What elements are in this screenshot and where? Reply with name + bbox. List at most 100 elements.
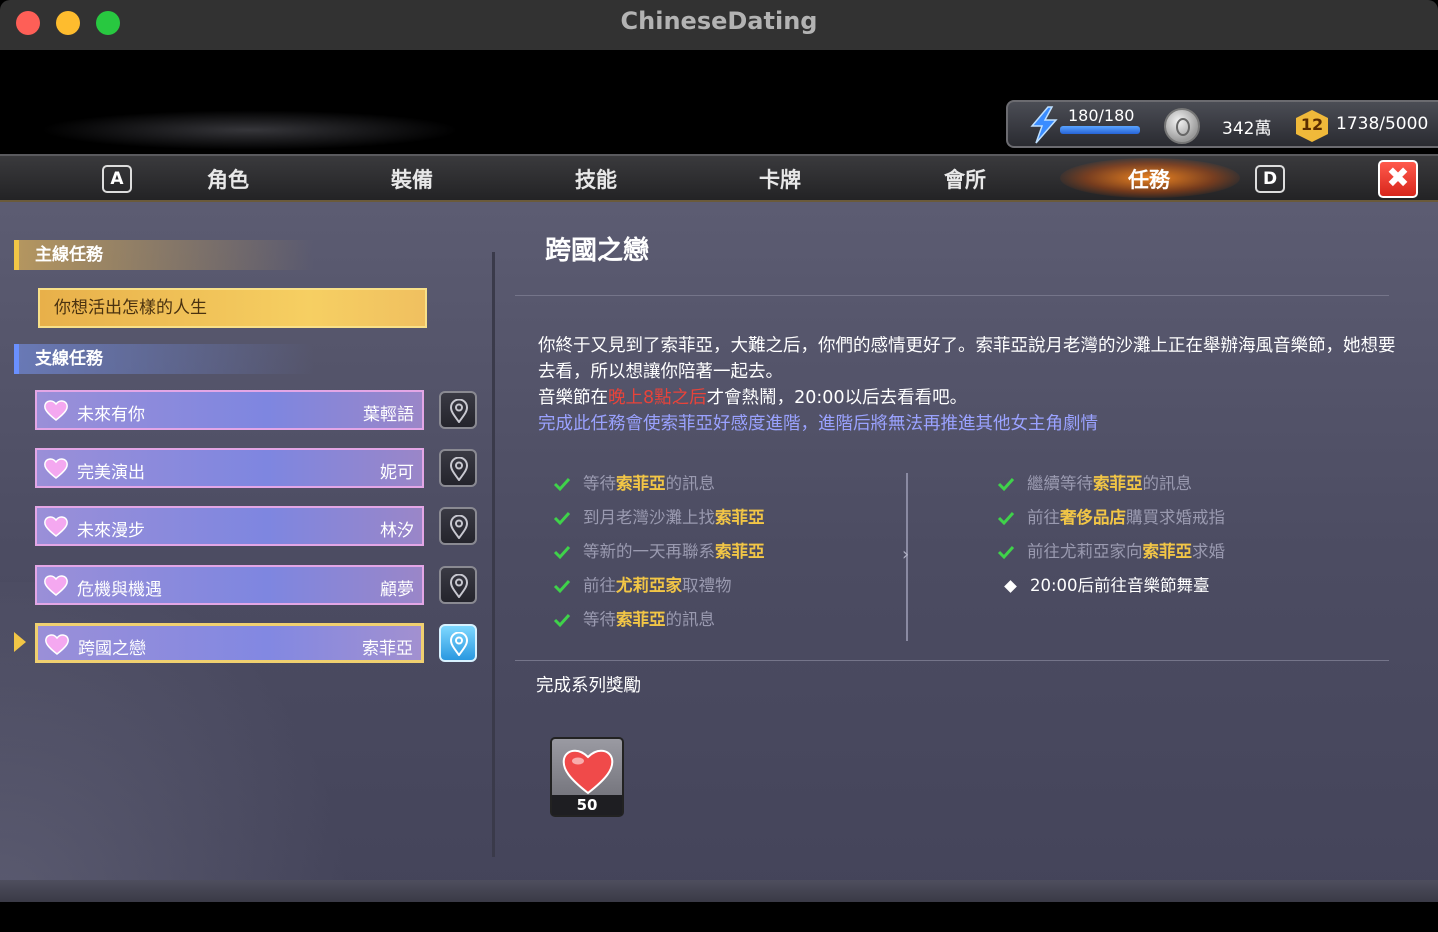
side-quest-item[interactable]: 未來漫步 林汐 [35,506,424,546]
quest-description: 你終于又見到了索菲亞，大難之后，你們的感情更好了。索菲亞說月老灣的沙灘上正在舉辦… [538,333,1408,437]
main-nav: A 角色 裝備 技能 卡牌 會所 任務 D ✖ [0,154,1438,202]
objective-text: 等待索菲亞的訊息 [583,472,715,496]
map-pin-icon [449,457,469,481]
heart-icon [44,516,68,537]
objective-highlight: 索菲亞 [715,508,765,527]
heart-icon [44,458,68,479]
tab-equipment[interactable]: 裝備 [352,164,472,194]
key-hint-left[interactable]: A [102,165,132,193]
coin-icon [1164,108,1200,144]
objective-text: 繼續等待索菲亞的訊息 [1027,472,1192,496]
window-title: ChineseDating [620,7,818,35]
map-pin-icon [449,632,469,656]
decorative-glow [40,110,460,150]
heart-icon [562,749,614,795]
objective-highlight: 尤莉亞家 [616,576,682,595]
map-pin-icon [449,515,469,539]
side-quest-character: 索菲亞 [362,639,413,659]
objective-highlight: 索菲亞 [616,474,666,493]
tab-cards[interactable]: 卡牌 [720,164,840,194]
key-hint-right[interactable]: D [1255,165,1285,193]
side-quest-item[interactable]: 跨國之戀 索菲亞 [35,623,424,663]
map-pin-button[interactable] [439,391,477,429]
level-value: 12 [1300,115,1324,134]
objective-text-post: 的訊息 [1142,474,1193,493]
reward-divider [515,660,1389,661]
bottom-bar [0,902,1438,932]
check-icon [997,545,1015,560]
objective-text-pre: 前往 [1027,508,1060,527]
side-quest-name: 危機與機遇 [77,580,162,600]
check-icon [553,613,571,628]
objective-highlight: 索菲亞 [1142,542,1193,561]
objective-text: 前往尤莉亞家取禮物 [583,574,732,598]
exp-value: 1738/5000 [1336,114,1429,134]
objective-text: 等新的一天再聯系索菲亞 [583,540,765,564]
map-pin-button[interactable] [439,449,477,487]
map-pin-button[interactable] [439,624,477,662]
tab-club[interactable]: 會所 [905,164,1025,194]
main-quest-header: 主線任務 [14,240,314,270]
tab-skills[interactable]: 技能 [536,164,656,194]
selected-arrow-icon [14,632,26,652]
side-quest-item[interactable]: 完美演出 妮可 [35,448,424,488]
objective-text-post: 的訊息 [665,474,716,493]
side-quest-character: 葉輕語 [363,405,414,425]
title-divider [515,295,1389,296]
objective-text-pre: 等待 [583,610,616,629]
energy-bar [1060,126,1140,134]
side-quest-character: 林汐 [380,521,414,541]
check-icon [997,477,1015,492]
desc-line-1: 你終于又見到了索菲亞，大難之后，你們的感情更好了。索菲亞說月老灣的沙灘上正在舉辦… [538,336,1396,382]
check-icon [553,579,571,594]
map-pin-icon [449,574,469,598]
objective-highlight: 索菲亞 [616,610,666,629]
objective-text-pre: 到月老灣沙灘上找 [583,508,715,527]
coin-value: 342萬 [1222,119,1272,139]
objective-text-post: 求婚 [1192,542,1225,561]
reward-count: 50 [552,795,622,815]
side-quest-item[interactable]: 未來有你 葉輕語 [35,390,424,430]
side-quest-item[interactable]: 危機與機遇 顧夢 [35,565,424,605]
objective-text-pre: 等新的一天再聯系 [583,542,715,561]
side-quest-name: 未來有你 [77,405,145,425]
objective-text: 前往奢侈品店購買求婚戒指 [1027,506,1225,530]
window-titlebar: ChineseDating [0,0,1438,50]
energy-bar-fill [1060,126,1140,134]
objective-text-post: 的訊息 [665,610,716,629]
objective-highlight: 索菲亞 [715,542,765,561]
current-objective-text: 20:00后前往音樂節舞臺 [1030,576,1210,595]
quest-title: 跨國之戀 [545,236,650,266]
objective-text-pre: 等待 [583,474,616,493]
heart-icon [44,575,68,596]
side-quest-name: 跨國之戀 [78,639,146,659]
objective-text: 到月老灣沙灘上找索菲亞 [583,506,765,530]
desc-warning: 完成此任務會使索菲亞好感度進階，進階后將無法再推進其他女主角劇情 [538,414,1098,434]
close-button[interactable]: ✖ [1378,160,1418,198]
map-pin-button[interactable] [439,566,477,604]
objective-text: 等待索菲亞的訊息 [583,608,715,632]
check-icon [553,477,571,492]
heart-icon [45,634,69,655]
side-quest-header: 支線任務 [14,344,314,374]
chevron-right-icon: › [902,544,910,565]
objective-text-pre: 繼續等待 [1027,474,1093,493]
reward-item[interactable]: 50 [550,737,624,817]
objective-text-post: 購買求婚戒指 [1126,508,1225,527]
main-quest-item[interactable]: 你想活出怎樣的人生 [38,288,427,328]
objective-highlight: 奢侈品店 [1060,508,1126,527]
desc-line-2-pre: 音樂節在 [538,388,608,408]
reward-title: 完成系列獎勵 [536,676,641,696]
map-pin-button[interactable] [439,507,477,545]
objective-text-post: 取禮物 [682,576,732,595]
map-pin-icon [449,399,469,423]
objective-text-pre: 前往尤莉亞家向 [1027,542,1143,561]
tab-character[interactable]: 角色 [168,164,288,194]
tab-quests[interactable]: 任務 [1089,164,1209,194]
objective-text: 前往尤莉亞家向索菲亞求婚 [1027,540,1225,564]
side-quest-character: 顧夢 [380,580,414,600]
side-quest-name: 完美演出 [77,463,145,483]
panel-divider [492,252,495,857]
side-quest-name: 未來漫步 [77,521,145,541]
desc-line-2: 音樂節在晚上8點之后才會熱鬧，20:00以后去看看吧。 [538,385,1408,411]
